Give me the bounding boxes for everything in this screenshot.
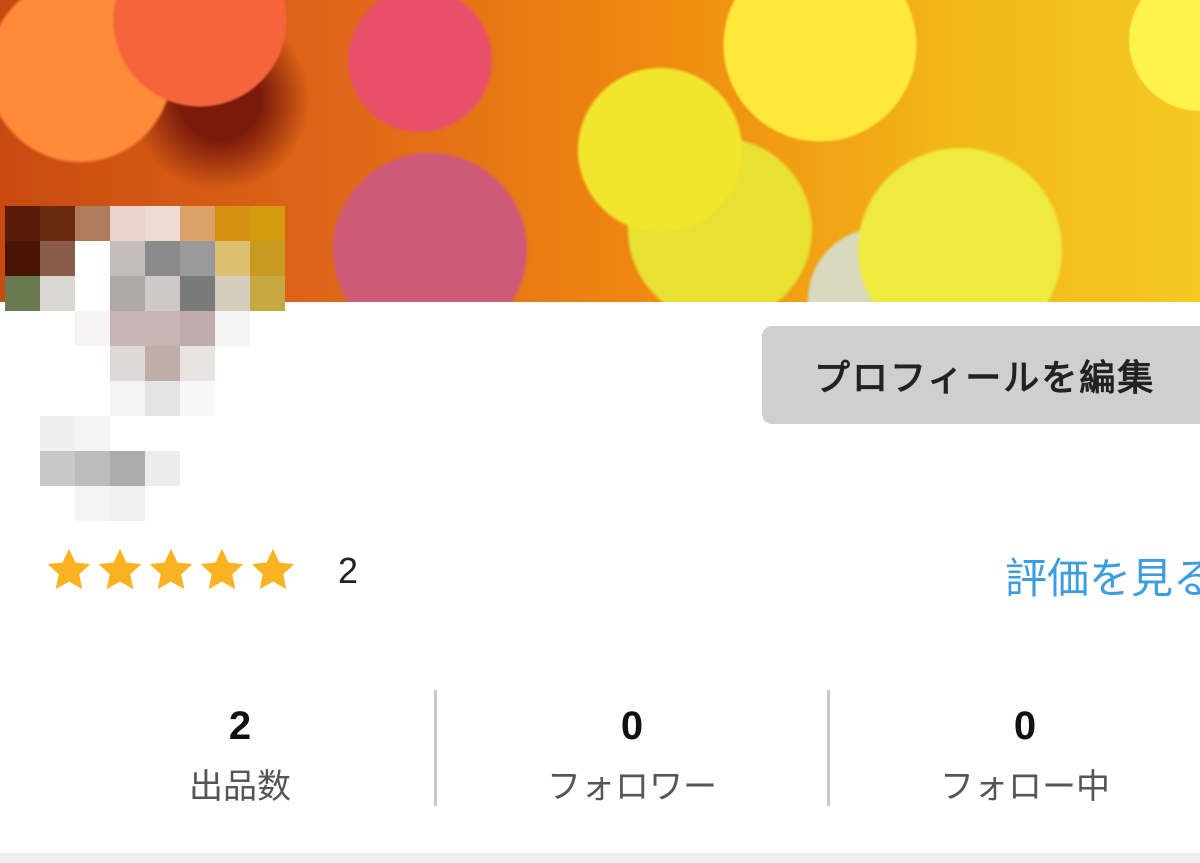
avatar-pixel bbox=[145, 206, 180, 241]
avatar[interactable] bbox=[5, 206, 285, 521]
avatar-pixel bbox=[215, 206, 250, 241]
stat-listings[interactable]: 2 出品数 bbox=[45, 690, 435, 807]
star-icon bbox=[251, 548, 295, 590]
avatar-pixel bbox=[250, 241, 285, 276]
avatar-pixel bbox=[215, 241, 250, 276]
avatar-pixel bbox=[75, 486, 110, 521]
avatar-pixel bbox=[180, 346, 215, 381]
avatar-pixel bbox=[75, 416, 110, 451]
avatar-pixel bbox=[75, 311, 110, 346]
avatar-pixel bbox=[145, 276, 180, 311]
avatar-pixel bbox=[215, 311, 250, 346]
avatar-pixel bbox=[75, 276, 110, 311]
avatar-pixel bbox=[75, 241, 110, 276]
avatar-pixel bbox=[40, 416, 75, 451]
avatar-pixel bbox=[110, 276, 145, 311]
avatar-pixel bbox=[75, 206, 110, 241]
view-reviews-link[interactable]: 評価を見る bbox=[1005, 545, 1200, 606]
avatar-pixel bbox=[75, 451, 110, 486]
avatar-pixel bbox=[40, 241, 75, 276]
star-icon bbox=[149, 548, 193, 590]
avatar-pixel bbox=[145, 451, 180, 486]
stat-followers-label: フォロワー bbox=[547, 767, 717, 807]
stat-following-label: フォロー中 bbox=[940, 767, 1110, 807]
avatar-pixel bbox=[110, 206, 145, 241]
avatar-pixel bbox=[5, 241, 40, 276]
avatar-pixel bbox=[110, 381, 145, 416]
avatar-pixel bbox=[110, 346, 145, 381]
avatar-pixel bbox=[180, 311, 215, 346]
stat-followers[interactable]: 0 フォロワー bbox=[437, 690, 827, 807]
avatar-pixel bbox=[110, 486, 145, 521]
avatar-pixel bbox=[145, 311, 180, 346]
avatar-pixel bbox=[180, 241, 215, 276]
avatar-pixel bbox=[145, 346, 180, 381]
avatar-pixel bbox=[40, 451, 75, 486]
avatar-pixel bbox=[180, 276, 215, 311]
bottom-divider bbox=[0, 853, 1200, 863]
avatar-pixel bbox=[5, 206, 40, 241]
stat-following-value: 0 bbox=[1013, 704, 1037, 748]
avatar-pixel bbox=[40, 276, 75, 311]
rating-count: 2 bbox=[338, 550, 359, 591]
edit-profile-button[interactable]: プロフィールを編集 bbox=[762, 326, 1200, 424]
avatar-pixel bbox=[180, 206, 215, 241]
profile-stats: 2 出品数 0 フォロワー 0 フォロー中 bbox=[45, 690, 1200, 807]
avatar-pixel bbox=[110, 241, 145, 276]
stat-following[interactable]: 0 フォロー中 bbox=[830, 690, 1200, 807]
star-icon bbox=[47, 548, 91, 590]
avatar-pixel bbox=[110, 451, 145, 486]
stat-listings-value: 2 bbox=[228, 704, 252, 748]
avatar-pixel bbox=[250, 206, 285, 241]
rating-stars bbox=[44, 545, 298, 597]
avatar-pixel bbox=[215, 276, 250, 311]
avatar-pixel bbox=[180, 381, 215, 416]
avatar-pixel bbox=[110, 311, 145, 346]
avatar-pixel bbox=[145, 241, 180, 276]
avatar-pixel bbox=[145, 381, 180, 416]
star-icon bbox=[200, 548, 244, 590]
avatar-pixel bbox=[40, 206, 75, 241]
stat-listings-label: 出品数 bbox=[189, 767, 291, 807]
star-icon bbox=[98, 548, 142, 590]
stat-followers-value: 0 bbox=[620, 704, 644, 748]
avatar-pixel bbox=[250, 276, 285, 311]
avatar-pixel bbox=[5, 276, 40, 311]
